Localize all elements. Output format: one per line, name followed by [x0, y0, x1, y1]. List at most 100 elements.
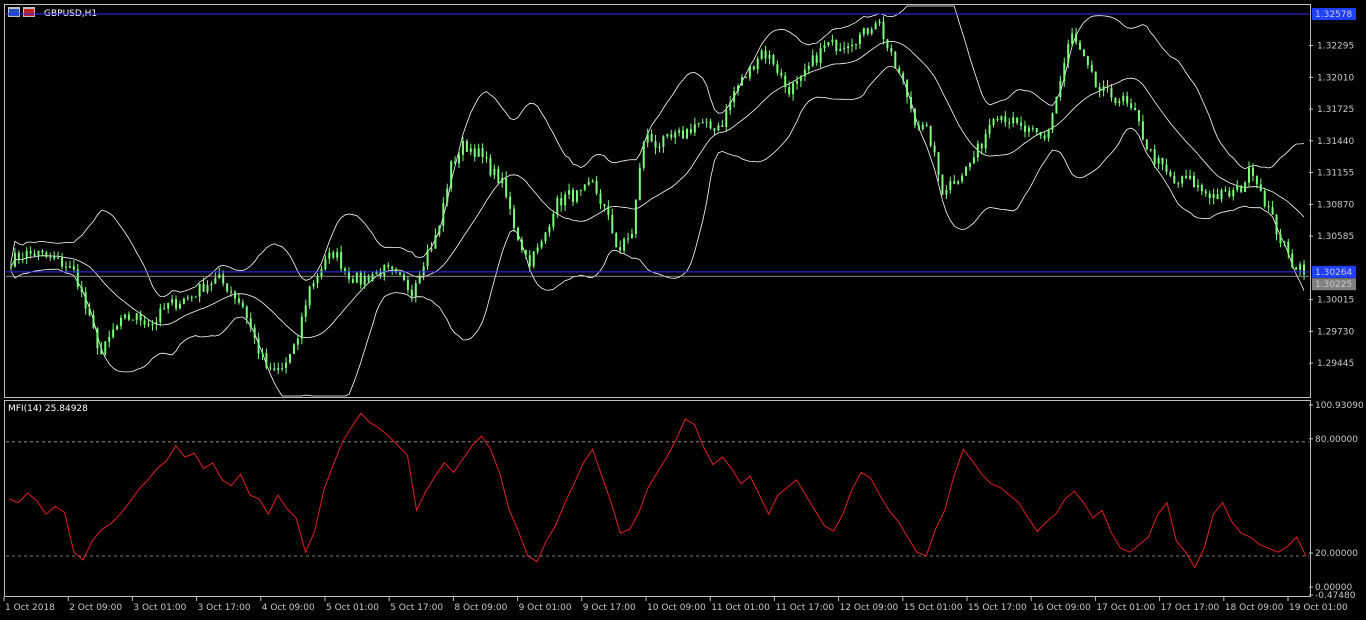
time-label: 11 Oct 17:00: [775, 603, 834, 613]
candle-body: [410, 289, 413, 297]
candle-body: [693, 124, 696, 133]
candle-body: [513, 208, 516, 228]
candle-body: [1008, 122, 1011, 124]
ask-price-tag: 1.32578: [1315, 10, 1352, 20]
candle-body: [277, 368, 280, 370]
candle-body: [552, 213, 555, 227]
candle-body: [257, 338, 260, 354]
candle-body: [41, 250, 44, 253]
time-label: 9 Oct 17:00: [583, 603, 636, 613]
candle-body: [1043, 135, 1046, 139]
candle-body: [116, 325, 119, 330]
bid-price-tag: 1.30264: [1315, 268, 1352, 278]
time-label: 17 Oct 01:00: [1096, 603, 1155, 613]
candle-body: [1027, 127, 1030, 132]
candle-body: [178, 303, 181, 309]
candle-body: [1090, 64, 1093, 72]
candle-body: [682, 130, 685, 139]
candle-body: [159, 308, 162, 323]
candle-body: [961, 175, 964, 182]
candle-body: [29, 251, 32, 254]
candle-body: [269, 367, 272, 369]
candle-body: [953, 181, 956, 184]
price-label: 1.31155: [1317, 169, 1354, 179]
candle-body: [595, 180, 598, 194]
candle-body: [120, 317, 123, 326]
candle-body: [894, 51, 897, 69]
mfi-scale-label: -0.47480: [1315, 591, 1356, 601]
candle-body: [1000, 116, 1003, 121]
candle-body: [721, 125, 724, 127]
candle-body: [1283, 241, 1286, 244]
candle-body: [756, 58, 759, 70]
candle-body: [1291, 253, 1294, 268]
candle-body: [1020, 122, 1023, 126]
candle-body: [143, 320, 146, 325]
candle-body: [241, 302, 244, 307]
candle-body: [281, 368, 284, 370]
candle-body: [501, 177, 504, 184]
candle-body: [198, 283, 201, 297]
candle-body: [1220, 190, 1223, 200]
time-label: 15 Oct 01:00: [904, 603, 963, 613]
candle-body: [1244, 182, 1247, 192]
candle-body: [147, 324, 150, 326]
candle-body: [1106, 86, 1109, 88]
candle-body: [807, 65, 810, 70]
candle-body: [819, 47, 822, 63]
candle-body: [68, 266, 71, 268]
candle-body: [925, 124, 928, 126]
trading-chart[interactable]: GBPUSD,H1 1.322951.320101.317251.314401.…: [0, 0, 1366, 620]
candle-body: [1126, 95, 1129, 104]
time-label: 3 Oct 01:00: [133, 603, 186, 613]
candle-body: [878, 21, 881, 24]
candle-body: [13, 252, 16, 267]
candle-body: [1059, 81, 1062, 98]
candle-body: [387, 264, 390, 267]
candle-body: [874, 23, 877, 30]
candle-body: [64, 266, 67, 268]
time-label: 5 Oct 01:00: [326, 603, 379, 613]
candle-body: [929, 125, 932, 146]
candle-body: [175, 299, 178, 309]
candle-body: [442, 202, 445, 226]
candle-body: [1082, 49, 1085, 56]
candle-body: [190, 296, 193, 298]
candle-body: [1137, 110, 1140, 122]
candle-body: [760, 50, 763, 59]
candle-body: [505, 177, 508, 197]
candle-body: [933, 145, 936, 153]
candle-body: [230, 291, 233, 293]
candle-body: [1204, 191, 1207, 194]
candle-body: [237, 298, 240, 303]
candle-body: [607, 206, 610, 215]
candle-body: [685, 129, 688, 139]
time-label: 18 Oct 09:00: [1225, 603, 1284, 613]
time-axis: 1 Oct 2018 2 Oct 09:00 3 Oct 01:00 3 Oct 17…: [3, 597, 1348, 613]
candle-body: [1149, 149, 1152, 151]
candle-body: [1141, 121, 1144, 140]
candle-body: [1236, 185, 1239, 191]
candle-body: [1063, 63, 1066, 82]
chart-window-icon: [8, 7, 35, 17]
candle-body: [1102, 86, 1105, 91]
candle-body: [1086, 55, 1089, 65]
candle-body: [1165, 164, 1168, 172]
candle-body: [446, 188, 449, 203]
candle-body: [1004, 116, 1007, 123]
candle-body: [921, 124, 924, 129]
candle-body: [485, 156, 488, 159]
candle-body: [654, 141, 657, 148]
candle-body: [426, 250, 429, 267]
candle-body: [705, 121, 708, 123]
candle-body: [516, 227, 519, 240]
candle-body: [752, 66, 755, 70]
candle-body: [171, 299, 174, 303]
candle-body: [748, 66, 751, 78]
candle-body: [17, 252, 20, 260]
candle-body: [481, 148, 484, 157]
candle-body: [520, 239, 523, 250]
price-panel-frame: [4, 4, 1311, 398]
mfi-scale-label: 80.00000: [1315, 435, 1358, 445]
candle-body: [976, 143, 979, 158]
